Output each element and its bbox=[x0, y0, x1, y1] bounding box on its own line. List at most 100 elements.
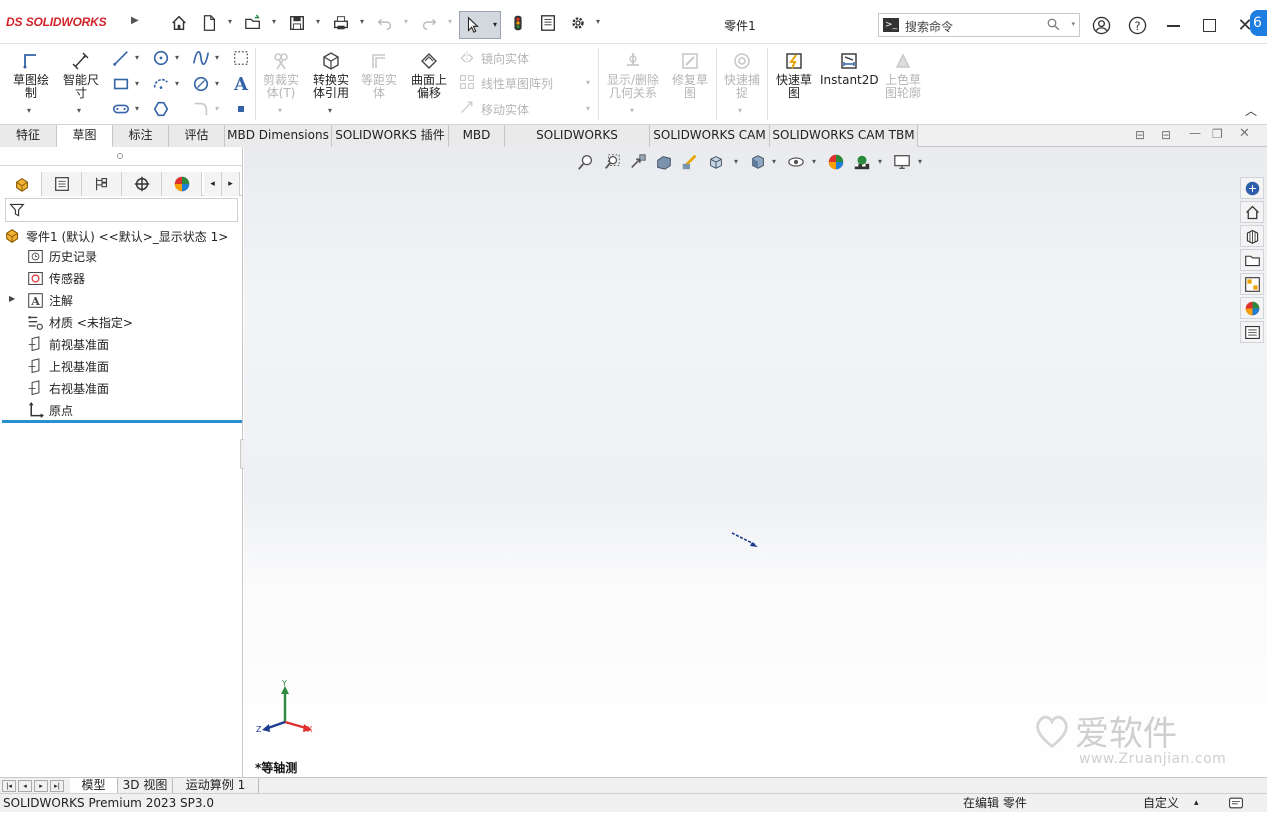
zoom-to-fit-icon[interactable] bbox=[576, 152, 596, 172]
print-icon[interactable] bbox=[330, 12, 352, 34]
polygon-icon[interactable] bbox=[150, 99, 172, 119]
chevron-down-icon[interactable]: ▾ bbox=[404, 17, 408, 26]
undo-icon[interactable] bbox=[374, 12, 396, 34]
chevron-down-icon[interactable]: ▾ bbox=[272, 17, 276, 26]
offset-entities-button[interactable]: 等距实体 bbox=[356, 50, 402, 100]
tab-features[interactable]: 特征 bbox=[0, 125, 57, 147]
doc-restore-icon[interactable]: ❐ bbox=[1212, 127, 1223, 141]
tab-mbd[interactable]: MBD bbox=[449, 125, 505, 147]
tab-model[interactable]: 模型 bbox=[70, 778, 118, 794]
doc-close-icon[interactable]: ✕ bbox=[1239, 126, 1250, 141]
offset-on-surface-button[interactable]: 曲面上偏移 bbox=[404, 50, 454, 100]
chevron-down-icon[interactable]: ▾ bbox=[812, 157, 816, 166]
previous-view-icon[interactable] bbox=[628, 152, 648, 172]
tree-item-right-plane[interactable]: 右视基准面 bbox=[25, 378, 109, 398]
trim-entities-button[interactable]: 剪裁实体(T) bbox=[258, 50, 304, 100]
tab-solidworks-inspection[interactable]: SOLIDWORKS Inspection bbox=[505, 125, 650, 163]
hide-show-items-icon[interactable] bbox=[786, 152, 806, 172]
point-icon[interactable] bbox=[230, 99, 252, 119]
circle-icon[interactable] bbox=[150, 48, 172, 68]
mirror-icon[interactable] bbox=[456, 48, 478, 68]
chevron-down-icon[interactable]: ▾ bbox=[278, 106, 282, 115]
file-explorer-icon[interactable] bbox=[1240, 249, 1264, 271]
tab-motion-study[interactable]: 运动算例 1 bbox=[173, 778, 259, 794]
smart-dimension-button[interactable]: 智能尺寸 bbox=[58, 50, 104, 100]
tree-item-sensors[interactable]: 传感器 bbox=[25, 268, 85, 288]
tab-evaluate[interactable]: 评估 bbox=[169, 125, 225, 147]
select-tool-button[interactable]: ▾ bbox=[459, 11, 501, 39]
chevron-down-icon[interactable]: ▾ bbox=[448, 17, 452, 26]
chevron-down-icon[interactable]: ▾ bbox=[135, 53, 139, 62]
apply-scene-icon[interactable] bbox=[852, 152, 872, 172]
ellipse-icon[interactable] bbox=[190, 74, 212, 94]
mirror-entities-label[interactable]: 镜向实体 bbox=[481, 50, 529, 67]
status-units-custom[interactable]: 自定义 bbox=[1143, 794, 1179, 812]
shaded-sketch-contours-button[interactable]: 上色草图轮廓 bbox=[880, 50, 926, 100]
chevron-down-icon[interactable]: ▾ bbox=[175, 53, 179, 62]
tab-mbd-dimensions[interactable]: MBD Dimensions bbox=[225, 125, 332, 147]
chevron-down-icon[interactable]: ▾ bbox=[215, 79, 219, 88]
rebuild-icon[interactable] bbox=[507, 12, 529, 34]
solidworks-logo[interactable]: DS SOLIDWORKS bbox=[6, 14, 107, 29]
tree-item-top-plane[interactable]: 上视基准面 bbox=[25, 356, 109, 376]
display-manager-tab-icon[interactable] bbox=[162, 172, 202, 196]
instant2d-button[interactable]: Instant2D bbox=[820, 50, 879, 87]
slot-icon[interactable] bbox=[110, 99, 132, 119]
panel-left-icon[interactable]: ⊟ bbox=[1135, 128, 1145, 142]
command-search[interactable]: >_ 搜索命令 ▾ bbox=[878, 13, 1080, 37]
help-icon[interactable]: ? bbox=[1124, 12, 1150, 38]
tree-item-material[interactable]: 材质 <未指定> bbox=[25, 312, 133, 332]
section-view-icon[interactable] bbox=[654, 152, 674, 172]
chevron-down-icon[interactable]: ▾ bbox=[77, 106, 81, 115]
chevron-down-icon[interactable]: ▾ bbox=[228, 17, 232, 26]
fillet-icon[interactable] bbox=[190, 99, 212, 119]
view-palette-icon[interactable] bbox=[1240, 273, 1264, 295]
tab-solidworks-addins[interactable]: SOLIDWORKS 插件 bbox=[332, 125, 449, 147]
search-icon[interactable] bbox=[1046, 17, 1061, 35]
arc-icon[interactable] bbox=[150, 74, 172, 94]
chevron-down-icon[interactable]: ▾ bbox=[734, 157, 738, 166]
graphics-area[interactable]: ▾ ▾ ▾ ▾ ▾ Y X Z *等轴测 爱软件 www.Zruanjian.c… bbox=[244, 147, 1267, 777]
appearances-scenes-icon[interactable] bbox=[1240, 297, 1264, 319]
last-tab-icon[interactable]: ▸| bbox=[50, 780, 64, 792]
design-library-icon[interactable] bbox=[1240, 225, 1264, 247]
repair-sketch-button[interactable]: 修复草图 bbox=[667, 50, 713, 100]
first-tab-icon[interactable]: |◂ bbox=[2, 780, 16, 792]
zoom-to-area-icon[interactable] bbox=[602, 152, 622, 172]
rectangle-icon[interactable] bbox=[110, 74, 132, 94]
chevron-up-icon[interactable]: ▴ bbox=[1194, 794, 1199, 812]
linear-pattern-icon[interactable] bbox=[456, 72, 478, 92]
prev-tab-icon[interactable]: ◂ bbox=[18, 780, 32, 792]
chevron-down-icon[interactable]: ▾ bbox=[918, 157, 922, 166]
home-pane-icon[interactable] bbox=[1240, 201, 1264, 223]
configuration-manager-tab-icon[interactable] bbox=[82, 172, 122, 196]
chevron-down-icon[interactable]: ▾ bbox=[316, 17, 320, 26]
next-tab-icon[interactable]: ▸ bbox=[34, 780, 48, 792]
tab-solidworks-cam[interactable]: SOLIDWORKS CAM bbox=[650, 125, 770, 147]
text-icon[interactable]: A bbox=[230, 74, 252, 95]
user-account-icon[interactable] bbox=[1088, 12, 1114, 38]
spline-icon[interactable] bbox=[190, 48, 212, 68]
tree-item-origin[interactable]: 原点 bbox=[25, 400, 73, 420]
chevron-down-icon[interactable]: ▾ bbox=[135, 104, 139, 113]
chevron-down-icon[interactable]: ▾ bbox=[175, 79, 179, 88]
tab-solidworks-cam-tbm[interactable]: SOLIDWORKS CAM TBM bbox=[770, 125, 918, 147]
display-delete-relations-button[interactable]: 显示/删除几何关系 bbox=[602, 50, 664, 100]
open-file-icon[interactable] bbox=[242, 12, 264, 34]
chevron-down-icon[interactable]: ▾ bbox=[215, 53, 219, 62]
chevron-down-icon[interactable]: ▾ bbox=[360, 17, 364, 26]
rapid-sketch-button[interactable]: 快速草图 bbox=[771, 50, 817, 100]
sketch-button[interactable]: 草图绘制 bbox=[8, 50, 54, 100]
redo-icon[interactable] bbox=[418, 12, 440, 34]
collapse-ribbon-icon[interactable]: ︿ bbox=[1245, 102, 1257, 119]
view-orientation-icon[interactable] bbox=[706, 152, 726, 172]
panel-right-icon[interactable]: ⊟ bbox=[1161, 128, 1171, 142]
edit-appearance-icon[interactable] bbox=[826, 152, 846, 172]
chevron-down-icon[interactable]: ▾ bbox=[328, 106, 332, 115]
line-icon[interactable] bbox=[110, 48, 132, 68]
move-entities-icon[interactable] bbox=[456, 97, 478, 117]
tab-sketch[interactable]: 草图 bbox=[57, 125, 113, 147]
chevron-down-icon[interactable]: ▾ bbox=[596, 17, 600, 26]
menu-expand-icon[interactable]: ▶ bbox=[131, 15, 139, 26]
chevron-down-icon[interactable]: ▾ bbox=[630, 106, 634, 115]
